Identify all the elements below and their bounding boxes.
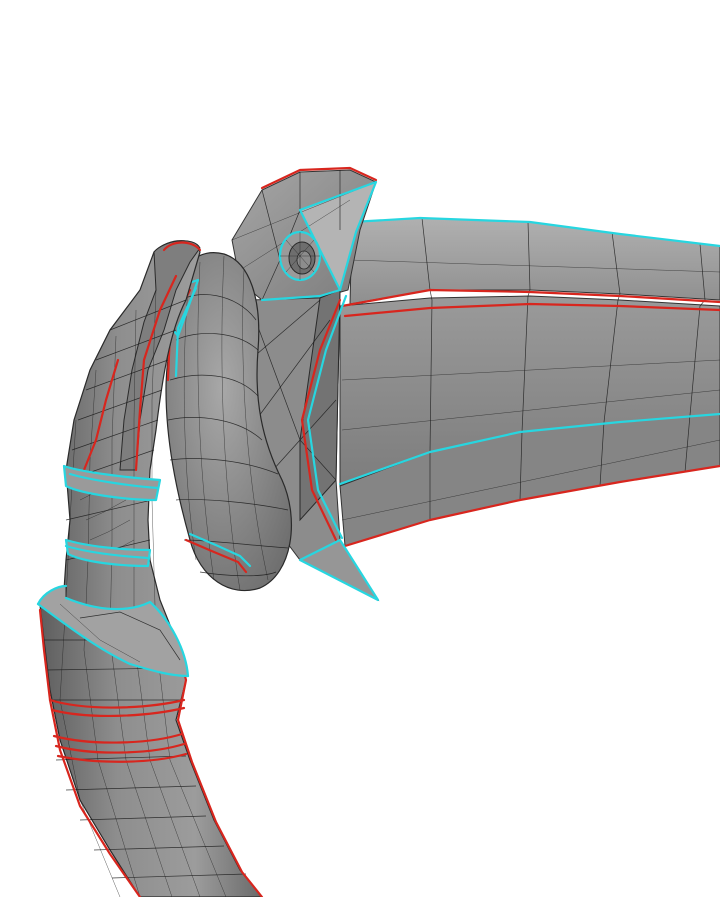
blade-upper-face (349, 217, 720, 305)
blade[interactable] (338, 216, 720, 548)
mesh-render[interactable] (0, 0, 720, 897)
3d-viewport[interactable] (0, 0, 720, 897)
